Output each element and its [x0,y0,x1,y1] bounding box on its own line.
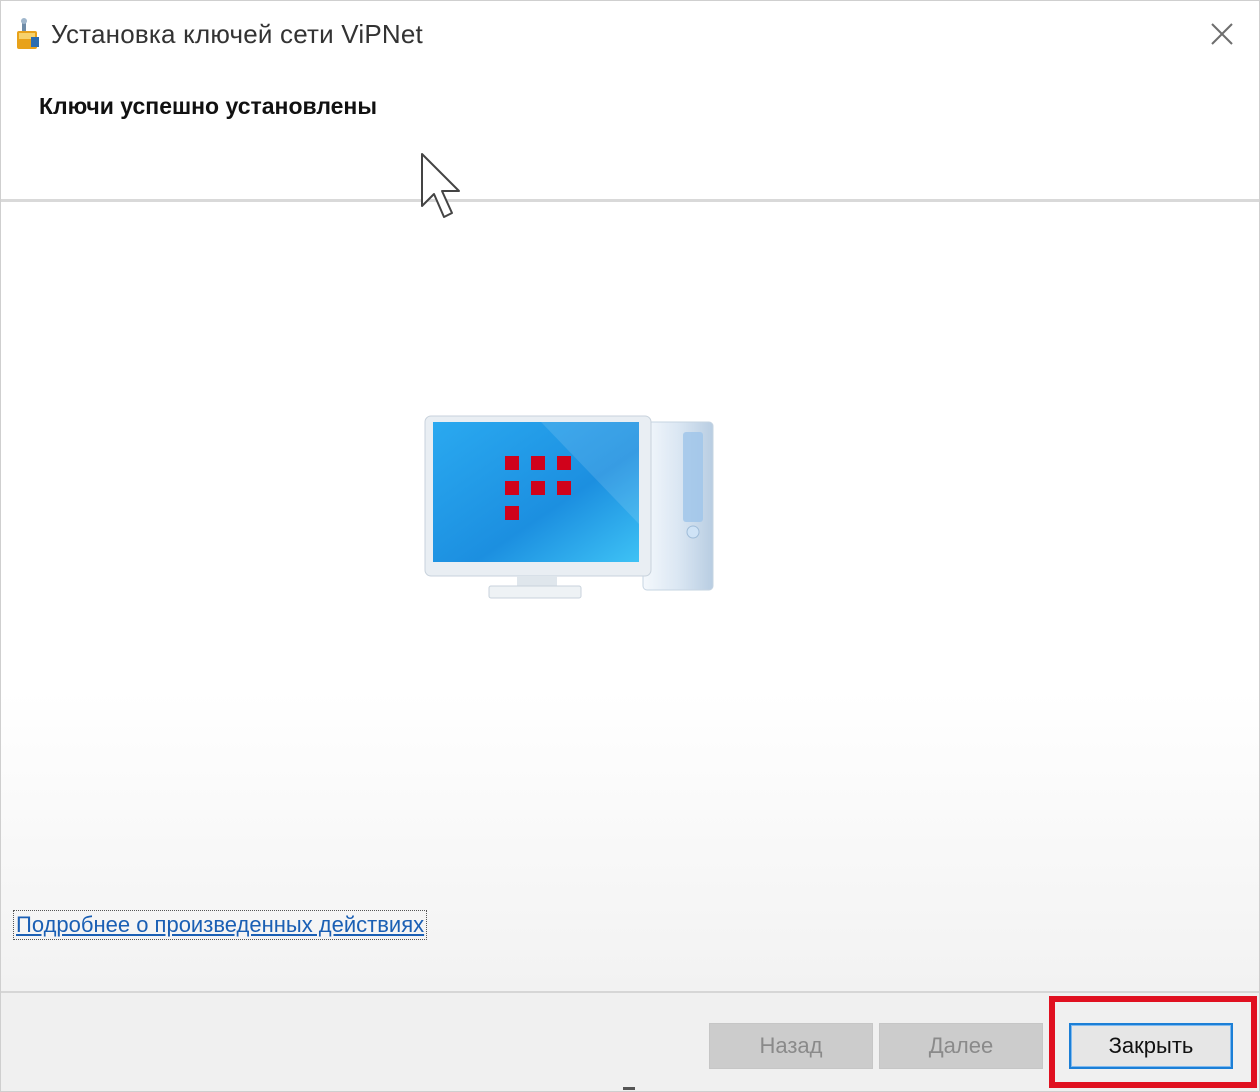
vipnet-computer-icon [421,414,721,604]
close-button[interactable]: Закрыть [1069,1023,1233,1069]
title-bar: Установка ключей сети ViPNet [1,1,1259,67]
details-link[interactable]: Подробнее о произведенных действиях [13,910,428,940]
mouse-pointer-icon [419,151,469,225]
close-window-button[interactable] [1199,13,1245,55]
installer-window: Установка ключей сети ViPNet Ключи успеш… [0,0,1260,1092]
next-button[interactable]: Далее [879,1023,1043,1069]
window-title: Установка ключей сети ViPNet [51,19,423,49]
wizard-content: Подробнее о произведенных действиях [1,202,1259,991]
back-button[interactable]: Назад [709,1023,873,1069]
vipnet-app-icon [13,17,43,51]
wizard-footer: Назад Далее Закрыть [1,993,1259,1091]
wizard-header: Ключи успешно установлены [1,67,1259,199]
page-title: Ключи успешно установлены [39,93,377,119]
bottom-mark [623,1087,635,1090]
close-icon [1211,23,1233,45]
